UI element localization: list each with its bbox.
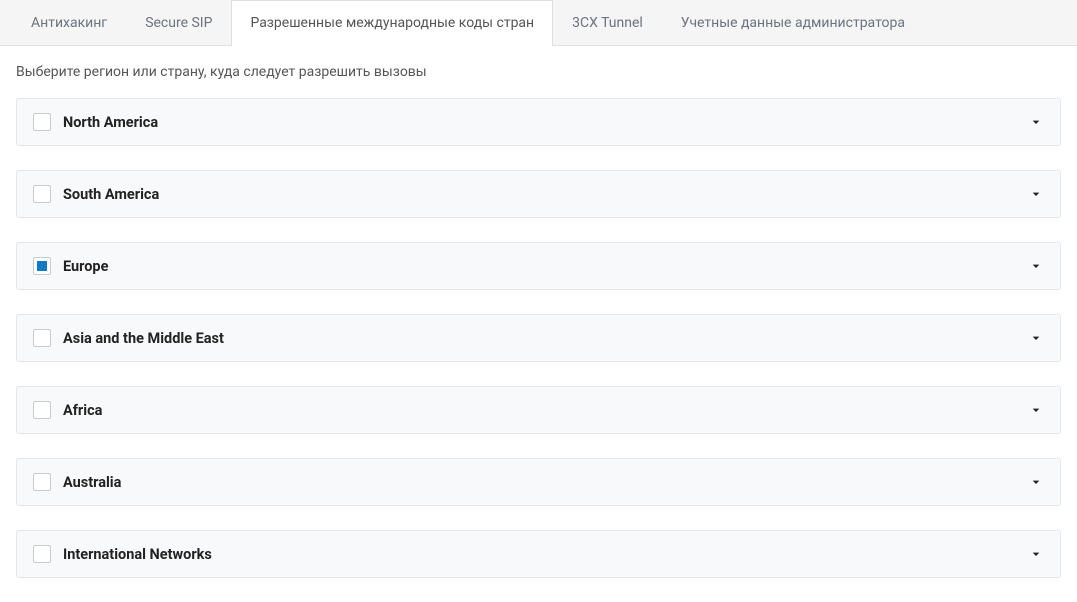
description-text: Выберите регион или страну, куда следует… xyxy=(0,46,1077,98)
tabs-bar: Антихакинг Secure SIP Разрешенные междун… xyxy=(0,0,1077,46)
region-label: Asia and the Middle East xyxy=(63,330,224,347)
region-row-north-america[interactable]: North America xyxy=(16,98,1061,146)
chevron-down-icon[interactable] xyxy=(1028,186,1044,202)
chevron-down-icon[interactable] xyxy=(1028,474,1044,490)
region-label: Africa xyxy=(63,402,102,419)
checkbox-asia-middle-east[interactable] xyxy=(33,329,51,347)
region-left: Africa xyxy=(33,401,102,419)
chevron-down-icon[interactable] xyxy=(1028,402,1044,418)
region-label: Europe xyxy=(63,258,108,275)
tab-secure-sip[interactable]: Secure SIP xyxy=(126,0,231,45)
checkbox-australia[interactable] xyxy=(33,473,51,491)
region-label: Australia xyxy=(63,474,121,491)
region-row-europe[interactable]: Europe xyxy=(16,242,1061,290)
content-panel: Выберите регион или страну, куда следует… xyxy=(0,46,1077,578)
checkbox-international-networks[interactable] xyxy=(33,545,51,563)
region-left: Europe xyxy=(33,257,108,275)
region-row-south-america[interactable]: South America xyxy=(16,170,1061,218)
region-left: Australia xyxy=(33,473,121,491)
chevron-down-icon[interactable] xyxy=(1028,258,1044,274)
chevron-down-icon[interactable] xyxy=(1028,330,1044,346)
checkbox-north-america[interactable] xyxy=(33,113,51,131)
region-row-international-networks[interactable]: International Networks xyxy=(16,530,1061,578)
checkbox-africa[interactable] xyxy=(33,401,51,419)
region-left: North America xyxy=(33,113,158,131)
region-row-africa[interactable]: Africa xyxy=(16,386,1061,434)
chevron-down-icon[interactable] xyxy=(1028,114,1044,130)
tab-antihacking[interactable]: Антихакинг xyxy=(12,0,126,45)
region-list: North America South America Europe xyxy=(0,98,1077,578)
region-label: North America xyxy=(63,114,158,131)
region-row-australia[interactable]: Australia xyxy=(16,458,1061,506)
tab-3cx-tunnel[interactable]: 3CX Tunnel xyxy=(553,0,662,45)
region-label: South America xyxy=(63,186,159,203)
checkbox-europe[interactable] xyxy=(33,257,51,275)
checkbox-south-america[interactable] xyxy=(33,185,51,203)
chevron-down-icon[interactable] xyxy=(1028,546,1044,562)
region-left: Asia and the Middle East xyxy=(33,329,224,347)
region-left: South America xyxy=(33,185,159,203)
tab-admin-credentials[interactable]: Учетные данные администратора xyxy=(662,0,924,45)
region-row-asia-middle-east[interactable]: Asia and the Middle East xyxy=(16,314,1061,362)
region-left: International Networks xyxy=(33,545,212,563)
tab-allowed-country-codes[interactable]: Разрешенные международные коды стран xyxy=(231,0,553,46)
region-label: International Networks xyxy=(63,546,212,563)
